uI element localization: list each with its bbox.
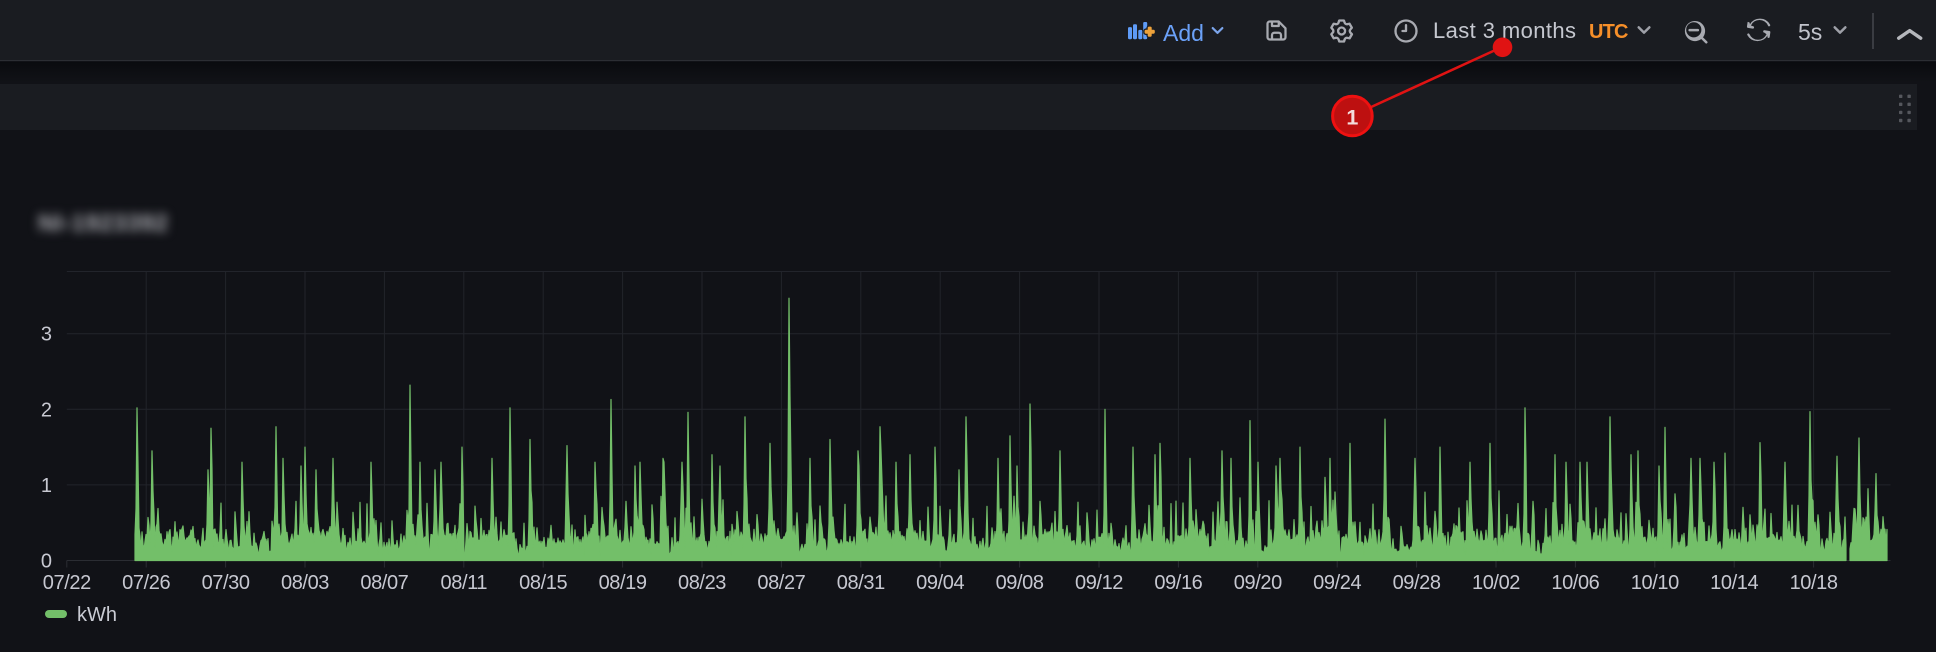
svg-text:1: 1: [1346, 106, 1358, 130]
